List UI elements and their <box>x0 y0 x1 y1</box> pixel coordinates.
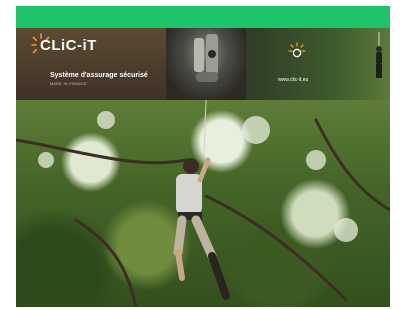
device-photo <box>166 28 246 100</box>
small-sun-logo-icon <box>288 42 306 58</box>
brand-logo: CLiC-iT <box>40 37 97 54</box>
top-bar <box>16 6 390 28</box>
photo-scene <box>16 100 390 307</box>
made-in-label: MADE IN FRANCE <box>50 82 87 86</box>
video-frame: CLiC-iT Système d'assurage sécurisé MADE… <box>16 6 390 307</box>
climber-thumbnail <box>376 32 382 78</box>
climber-figure <box>173 157 230 300</box>
website-url: www.clic-it.eu <box>278 77 309 83</box>
device-image <box>194 34 218 82</box>
tree-climbing-photo <box>16 100 390 307</box>
brand-tagline: Système d'assurage sécurisé <box>50 72 148 79</box>
banner: CLiC-iT Système d'assurage sécurisé MADE… <box>16 28 390 100</box>
